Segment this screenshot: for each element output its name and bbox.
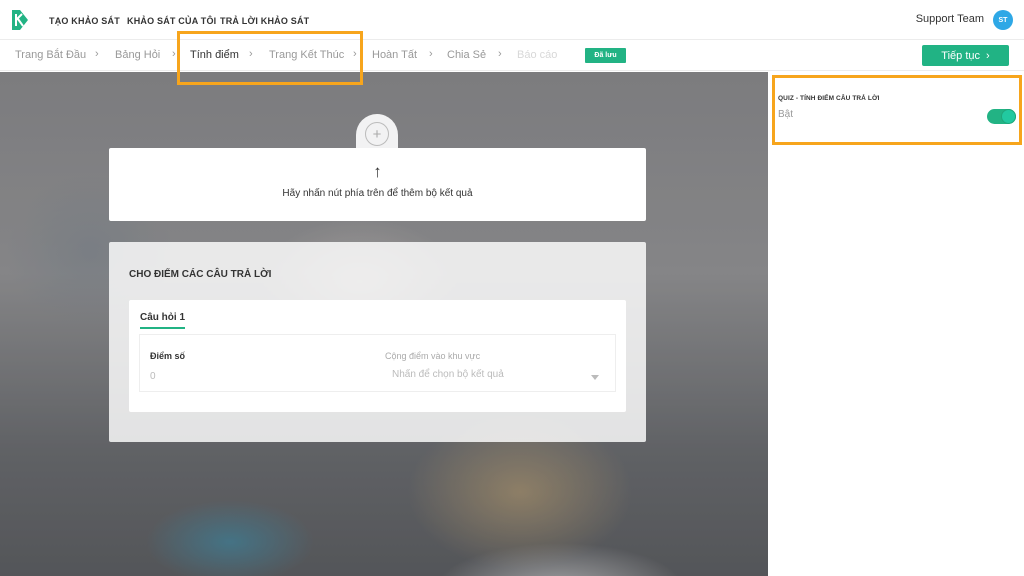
step-report[interactable]: Báo cáo [517, 49, 557, 61]
score-section-title: CHO ĐIỂM CÁC CÂU TRẢ LỜI [129, 269, 272, 280]
saved-badge: Đã lưu [585, 48, 626, 63]
main-canvas: + ↑ Hãy nhấn nút phía trên để thêm bộ kế… [0, 72, 768, 576]
nav-create-survey[interactable]: TẠO KHẢO SÁT [49, 16, 120, 26]
user-name[interactable]: Support Team [916, 13, 984, 25]
chevron-right-icon: › [429, 48, 433, 60]
chevron-down-icon[interactable] [591, 375, 599, 380]
steps-bar: Trang Bắt Đầu › Bảng Hỏi › Tính điểm › T… [0, 41, 1024, 71]
step-start-page[interactable]: Trang Bắt Đầu [15, 49, 86, 61]
add-result-hint: Hãy nhấn nút phía trên để thêm bộ kết qu… [282, 188, 473, 199]
step-share[interactable]: Chia Sẻ [447, 49, 486, 61]
question-score-box: Câu hỏi 1 Điểm số 0 Cộng điểm vào khu vự… [129, 300, 626, 412]
chevron-right-icon: › [172, 48, 176, 60]
app-logo-icon[interactable] [10, 9, 30, 31]
score-input[interactable]: 0 [150, 371, 156, 382]
add-result-set-button[interactable]: + [365, 122, 389, 146]
chevron-right-icon: › [986, 49, 990, 62]
nav-answer-surveys[interactable]: TRẢ LỜI KHẢO SÁT [220, 16, 309, 26]
step-questionnaire[interactable]: Bảng Hỏi [115, 49, 160, 61]
avatar[interactable]: ST [993, 10, 1013, 30]
chevron-right-icon: › [95, 48, 99, 60]
area-label: Cộng điểm vào khu vực [385, 351, 481, 361]
continue-label: Tiếp tục [941, 49, 981, 62]
question-score-fields: Điểm số 0 Cộng điểm vào khu vực Nhấn để … [139, 334, 616, 392]
step-complete[interactable]: Hoàn Tất [372, 49, 417, 61]
step-highlight-frame [177, 31, 363, 85]
continue-button[interactable]: Tiếp tục › [922, 45, 1009, 66]
score-answers-card: CHO ĐIỂM CÁC CÂU TRẢ LỜI Câu hỏi 1 Điểm … [109, 242, 646, 442]
nav-my-surveys[interactable]: KHẢO SÁT CỦA TÔI [127, 16, 216, 26]
result-set-select[interactable]: Nhấn để chọn bộ kết quả [392, 369, 504, 380]
quiz-highlight-frame [772, 75, 1022, 145]
tab-question-1[interactable]: Câu hỏi 1 [140, 312, 186, 329]
top-nav: TẠO KHẢO SÁT KHẢO SÁT CỦA TÔI TRẢ LỜI KH… [0, 0, 1024, 40]
arrow-up-icon: ↑ [373, 162, 382, 181]
settings-panel [768, 72, 1024, 576]
score-label: Điểm số [150, 351, 186, 361]
result-set-placeholder: ↑ Hãy nhấn nút phía trên để thêm bộ kết … [109, 148, 646, 221]
chevron-right-icon: › [498, 48, 502, 60]
